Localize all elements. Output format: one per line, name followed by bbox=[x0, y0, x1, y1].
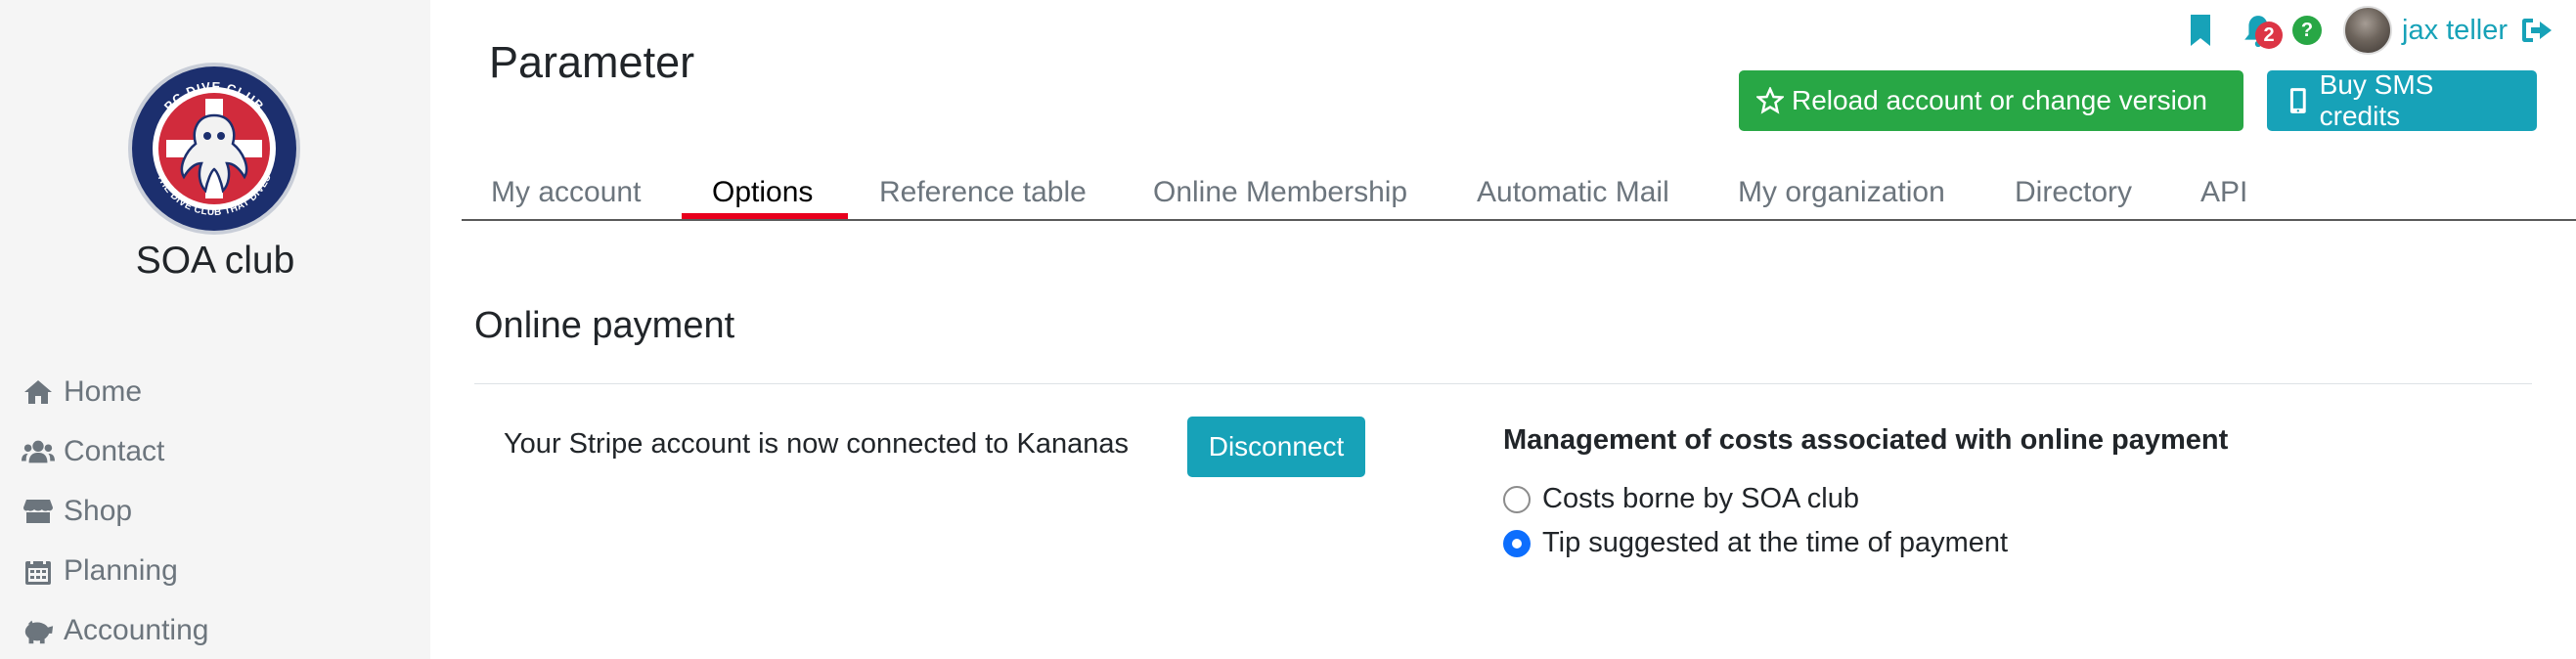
radio-costs-borne-by-club[interactable] bbox=[1503, 485, 1531, 513]
mobile-phone-icon bbox=[2289, 88, 2306, 113]
piggy-bank-icon bbox=[24, 620, 54, 643]
help-icon[interactable]: ? bbox=[2292, 16, 2322, 45]
tab-reference-table[interactable]: Reference table bbox=[879, 176, 1087, 209]
sidebar-item-shop[interactable]: Shop bbox=[22, 481, 208, 541]
sidebar-item-label: Home bbox=[64, 374, 143, 408]
section-title: Online payment bbox=[474, 305, 735, 346]
buy-sms-label: Buy SMS credits bbox=[2319, 69, 2434, 131]
buy-sms-button[interactable]: Buy SMS credits bbox=[2267, 69, 2537, 131]
club-logo[interactable]: PC DIVE CLUB THE DIVE CLUB THAT DIVES bbox=[127, 62, 301, 236]
logout-icon[interactable] bbox=[2521, 17, 2553, 44]
tab-my-account[interactable]: My account bbox=[491, 176, 641, 209]
divider bbox=[474, 383, 2532, 384]
sidebar-item-home[interactable]: Home bbox=[22, 362, 208, 421]
sidebar-item-label: Shop bbox=[64, 494, 133, 527]
costs-option-club[interactable]: Costs borne by SOA club bbox=[1503, 483, 1859, 515]
disconnect-button[interactable]: Disconnect bbox=[1187, 417, 1365, 477]
home-icon bbox=[24, 379, 52, 404]
top-bar: 2 ? jax teller bbox=[2189, 6, 2553, 55]
tab-options[interactable]: Options bbox=[712, 176, 813, 209]
costs-option-tip[interactable]: Tip suggested at the time of payment bbox=[1503, 527, 2008, 559]
radio-label: Costs borne by SOA club bbox=[1542, 483, 1859, 514]
sidebar: PC DIVE CLUB THE DIVE CLUB THAT DIVES SO… bbox=[0, 0, 430, 659]
page-title: Parameter bbox=[489, 37, 695, 87]
sidebar-item-label: Accounting bbox=[64, 613, 209, 646]
tab-automatic-mail[interactable]: Automatic Mail bbox=[1477, 176, 1669, 209]
notifications-button[interactable]: 2 bbox=[2242, 14, 2283, 49]
reload-account-label: Reload account or change version bbox=[1792, 85, 2207, 115]
users-icon bbox=[22, 440, 55, 462]
settings-tabs: My account Options Reference table Onlin… bbox=[462, 160, 2576, 221]
sidebar-nav: Home Contact Shop Planning Accounting bbox=[22, 362, 208, 659]
club-name: SOA club bbox=[135, 240, 295, 282]
tab-api[interactable]: API bbox=[2200, 176, 2247, 209]
radio-tip-suggested[interactable] bbox=[1503, 529, 1531, 557]
costs-management-title: Management of costs associated with onli… bbox=[1503, 424, 2229, 456]
sidebar-item-accounting[interactable]: Accounting bbox=[22, 600, 208, 659]
username-link[interactable]: jax teller bbox=[2402, 15, 2508, 47]
bookmark-icon[interactable] bbox=[2189, 15, 2212, 46]
store-icon bbox=[23, 499, 53, 523]
calendar-icon bbox=[25, 556, 51, 585]
stripe-status-text: Your Stripe account is now connected to … bbox=[504, 428, 1129, 460]
star-icon bbox=[1756, 87, 1784, 114]
sidebar-item-contact[interactable]: Contact bbox=[22, 421, 208, 481]
tab-online-membership[interactable]: Online Membership bbox=[1153, 176, 1407, 209]
sidebar-item-label: Planning bbox=[64, 553, 178, 587]
radio-label: Tip suggested at the time of payment bbox=[1542, 527, 2009, 558]
tab-my-organization[interactable]: My organization bbox=[1738, 176, 1945, 209]
sidebar-item-label: Contact bbox=[64, 434, 165, 467]
reload-account-button[interactable]: Reload account or change version bbox=[1739, 70, 2243, 131]
avatar[interactable] bbox=[2343, 6, 2392, 55]
sidebar-item-planning[interactable]: Planning bbox=[22, 541, 208, 600]
active-tab-indicator bbox=[682, 213, 848, 219]
notification-badge: 2 bbox=[2255, 22, 2283, 49]
tab-directory[interactable]: Directory bbox=[2015, 176, 2132, 209]
